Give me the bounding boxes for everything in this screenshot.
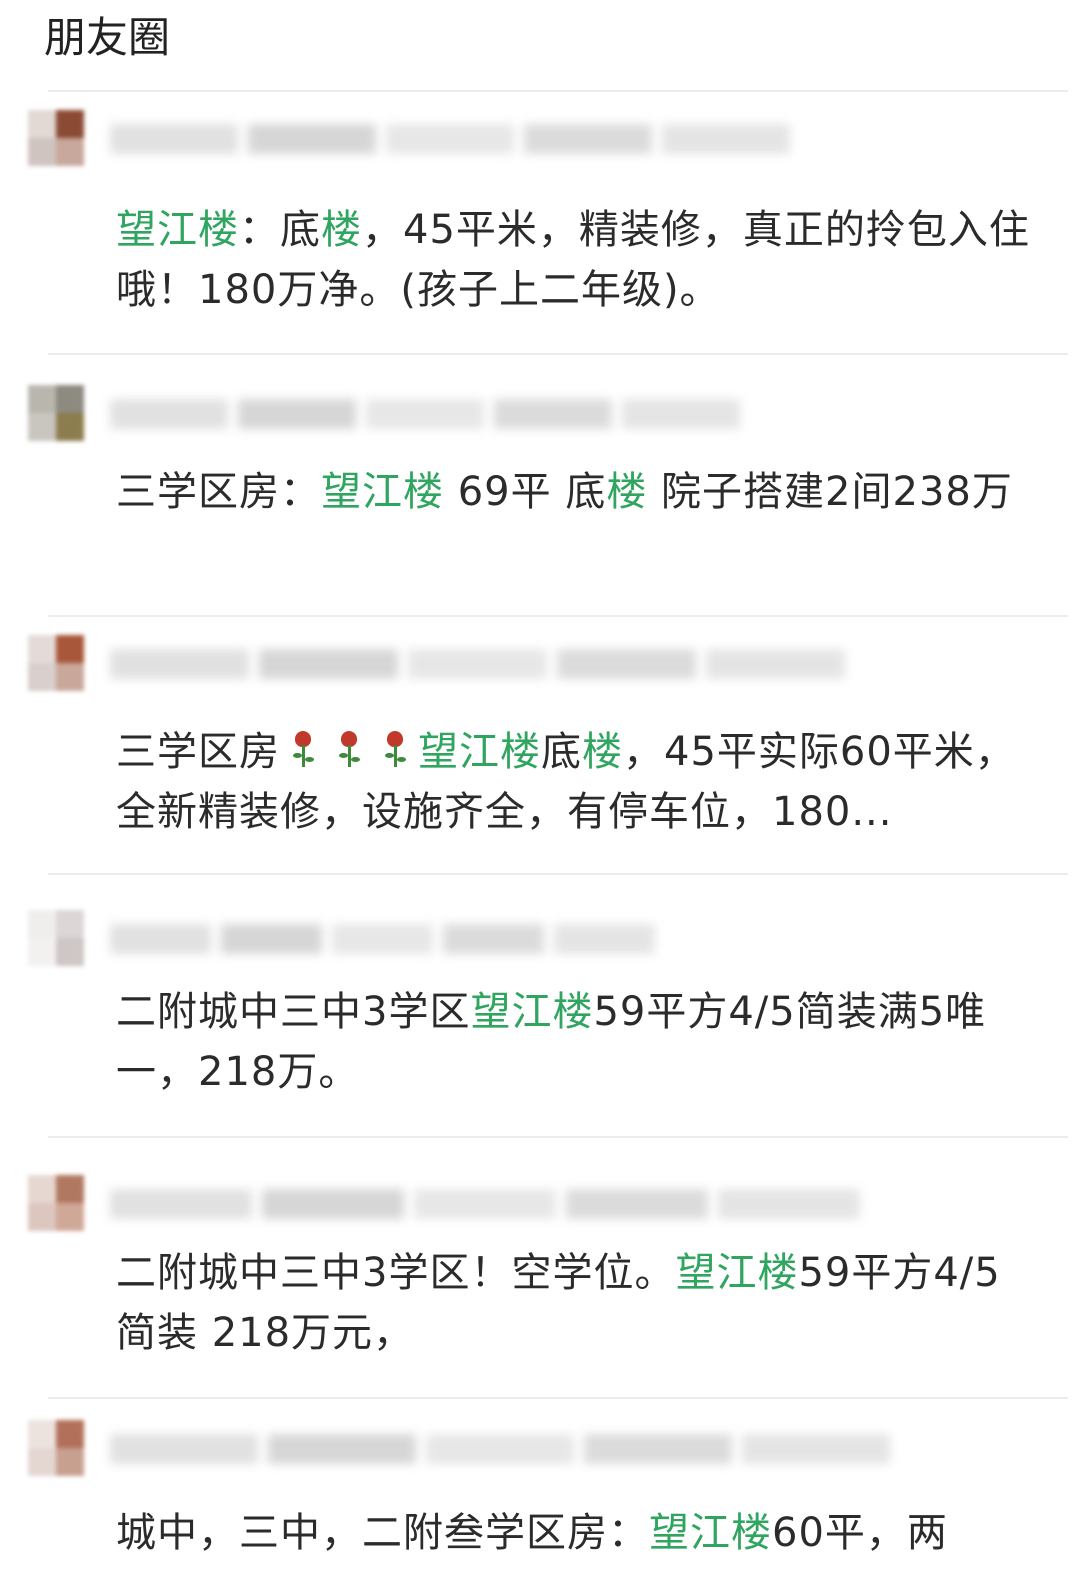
post-text-segment: 城中，三中，二附叁学区房： — [116, 1510, 649, 1556]
highlight-keyword: 望江楼 — [418, 729, 541, 775]
rose-icon — [288, 727, 318, 771]
author-name-redacted[interactable] — [110, 399, 750, 429]
highlight-keyword: 望江楼 — [470, 989, 594, 1035]
post-text-segment: 60平，两 — [772, 1510, 948, 1556]
highlight-keyword: 楼 — [606, 469, 648, 515]
post-text: 城中，三中，二附叁学区房：望江楼60平，两 — [116, 1503, 1040, 1563]
highlight-keyword: 楼 — [321, 207, 362, 253]
post-text-segment: 69平 底 — [444, 469, 607, 515]
header-divider — [48, 90, 1068, 92]
highlight-keyword: 望江楼 — [321, 469, 444, 515]
post-text: 三学区房 望江楼底楼，45平实际60平米，全新精装修，设施齐全，有停车位，180.… — [116, 722, 1040, 842]
post-divider — [48, 353, 1068, 355]
rose-icon — [380, 727, 410, 771]
post-divider — [48, 615, 1068, 617]
avatar[interactable] — [28, 1420, 84, 1476]
post-text-segment: 二附城中三中3学区 — [116, 989, 471, 1035]
post-text-segment: 三学区房 — [116, 729, 280, 775]
post-text-segment: 三学区房： — [116, 469, 321, 515]
post-text-segment: 底 — [541, 729, 582, 775]
avatar[interactable] — [28, 110, 84, 166]
post-divider — [48, 1136, 1068, 1138]
author-name-redacted[interactable] — [110, 924, 665, 954]
post-text-segment: 二附城中三中3学区！空学位。 — [116, 1250, 676, 1296]
post-text-segment: ：底 — [239, 207, 321, 253]
post-text: 二附城中三中3学区！空学位。望江楼59平方4/5简装 218万元， — [116, 1243, 1040, 1363]
avatar[interactable] — [28, 910, 84, 966]
author-name-redacted[interactable] — [110, 1434, 900, 1464]
highlight-keyword: 望江楼 — [675, 1250, 799, 1296]
author-name-redacted[interactable] — [110, 124, 800, 154]
page-title: 朋友圈 — [44, 13, 171, 62]
author-name-redacted[interactable] — [110, 649, 855, 679]
author-name-redacted[interactable] — [110, 1189, 870, 1219]
highlight-keyword: 望江楼 — [116, 207, 239, 253]
post-text: 三学区房：望江楼 69平 底楼 院子搭建2间238万 — [116, 462, 1040, 522]
avatar[interactable] — [28, 1175, 84, 1231]
avatar[interactable] — [28, 385, 84, 441]
avatar[interactable] — [28, 635, 84, 691]
post-text: 望江楼：底楼，45平米，精装修，真正的拎包入住哦！180万净。(孩子上二年级)。 — [116, 200, 1040, 320]
post-text: 二附城中三中3学区望江楼59平方4/5简装满5唯一，218万。 — [116, 982, 1040, 1102]
post-divider — [48, 1397, 1068, 1399]
highlight-keyword: 楼 — [582, 729, 623, 775]
highlight-keyword: 望江楼 — [649, 1510, 772, 1556]
post-text-segment: 院子搭建2间238万 — [647, 469, 1013, 515]
rose-icon — [334, 727, 364, 771]
post-divider — [48, 873, 1068, 875]
